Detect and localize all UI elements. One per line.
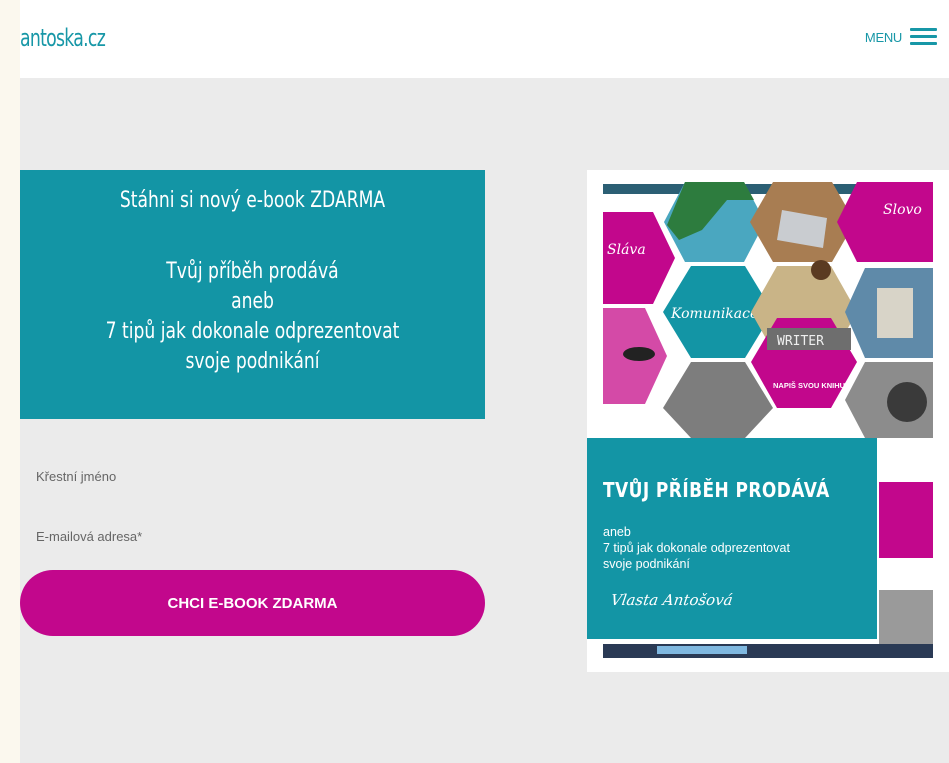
hex-label-komunikace: Komunikace bbox=[670, 306, 758, 322]
page: antoska.cz MENU Stáhni si nový e-book ZD… bbox=[20, 0, 949, 763]
email-field[interactable]: E-mailová adresa* bbox=[36, 529, 142, 544]
site-logo[interactable]: antoska.cz bbox=[20, 24, 106, 52]
left-edge-strip bbox=[0, 0, 20, 763]
hex-label-slovo: Slovo bbox=[883, 202, 922, 218]
promo-title-line: svoje podnikání bbox=[185, 349, 320, 374]
promo-headline: Stáhni si nový e-book ZDARMA bbox=[119, 188, 386, 213]
cover-subtitle-line: svoje podnikání bbox=[603, 557, 690, 571]
cover-subtitle-line: 7 tipů jak dokonale odprezentovat bbox=[603, 541, 790, 555]
download-ebook-button[interactable]: CHCI E-BOOK ZDARMA bbox=[20, 570, 485, 636]
cover-title-panel: TVŮJ PŘÍBĚH PRODÁVÁ aneb 7 tipů jak doko… bbox=[587, 438, 877, 639]
menu-button[interactable]: MENU bbox=[865, 25, 937, 49]
promo-title-line: 7 tipů jak dokonale odprezentovat bbox=[105, 319, 400, 344]
cover-subtitle-line: aneb bbox=[603, 525, 631, 539]
hex-label-slava: Sláva bbox=[607, 242, 646, 258]
hamburger-icon bbox=[910, 27, 937, 47]
promo-book-title: Tvůj příběh prodává aneb 7 tipů jak doko… bbox=[20, 257, 485, 377]
hex-photo-keyboard bbox=[663, 362, 773, 438]
hex-slovo bbox=[837, 182, 933, 262]
ebook-cover-image: Slovo Sláva Komunikace WRITER NAPIŠ SVOU… bbox=[587, 170, 949, 672]
ebook-promo-box: Stáhni si nový e-book ZDARMA Tvůj příběh… bbox=[20, 170, 485, 419]
cover-author: Vlasta Antošová bbox=[609, 591, 734, 609]
promo-title-line: Tvůj příběh prodává bbox=[166, 259, 339, 284]
promo-title-line: aneb bbox=[231, 289, 274, 314]
site-header: antoska.cz MENU bbox=[20, 0, 949, 78]
hex-label-writer: WRITER bbox=[777, 334, 824, 349]
first-name-field[interactable]: Křestní jméno bbox=[36, 469, 116, 484]
cover-title: TVŮJ PŘÍBĚH PRODÁVÁ bbox=[603, 478, 830, 502]
hex-label-napis: NAPIŠ SVOU KNIHU bbox=[773, 381, 845, 390]
hex-slava bbox=[603, 212, 675, 304]
cover-subtitle: aneb 7 tipů jak dokonale odprezentovat s… bbox=[603, 524, 790, 572]
menu-label: MENU bbox=[864, 29, 902, 45]
hex-magenta-side bbox=[879, 482, 933, 558]
